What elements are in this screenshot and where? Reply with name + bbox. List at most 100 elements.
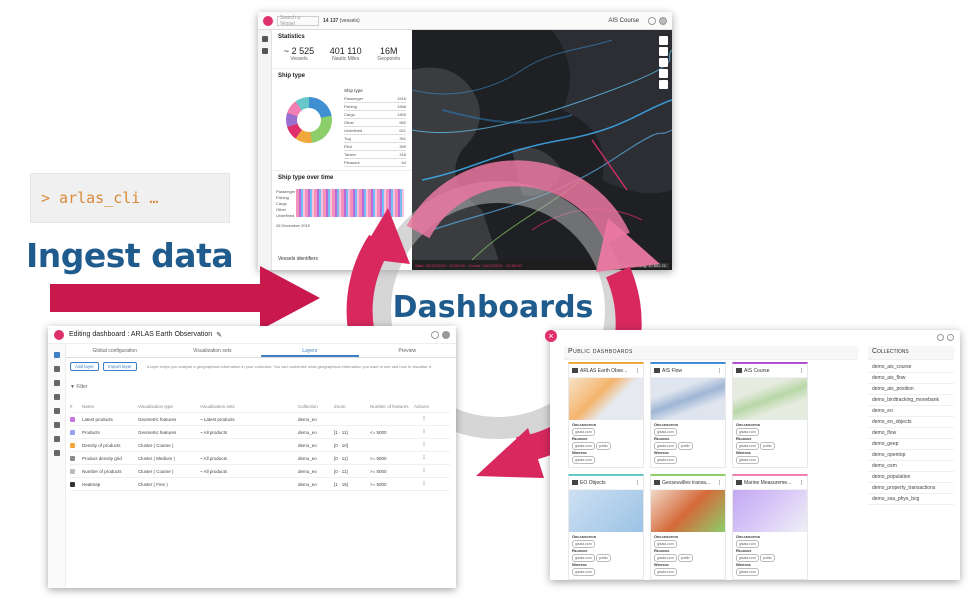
layer-sets: ~ All products bbox=[200, 429, 228, 435]
tab-layers[interactable]: Layers bbox=[261, 344, 359, 357]
dashboard-card[interactable]: Marine Measureme... ⋮ Organisation gisaia.c… bbox=[732, 474, 808, 580]
more-actions-icon[interactable]: ⋮ bbox=[414, 416, 434, 422]
more-actions-icon[interactable]: ⋮ bbox=[414, 442, 434, 448]
ship-type-legend-item[interactable]: Passenger 1516 bbox=[344, 95, 406, 103]
close-icon[interactable]: × bbox=[545, 330, 557, 342]
collection-item[interactable]: demo_opentop bbox=[868, 450, 954, 461]
account-icon[interactable] bbox=[947, 333, 954, 341]
collection-item[interactable]: demo_ais_course bbox=[868, 362, 954, 373]
ship-type-legend-item[interactable]: Undefined 621 bbox=[344, 127, 406, 135]
account-icon[interactable] bbox=[659, 16, 667, 25]
filter-field[interactable]: ▼ Filter bbox=[70, 384, 87, 390]
search-input[interactable]: Search a Vessel bbox=[277, 15, 319, 27]
ship-type-legend-item[interactable]: Cargo 1300 bbox=[344, 111, 406, 119]
collection-item[interactable]: demo_birdtracking_movebank bbox=[868, 395, 954, 406]
tab-global-configuration[interactable]: Global configuration bbox=[66, 344, 164, 357]
style-icon[interactable] bbox=[53, 436, 60, 442]
card-thumbnail[interactable] bbox=[733, 490, 807, 532]
dashboard-card[interactable]: AIS Flow ⋮ Organisation gisaia.com Readers gi… bbox=[650, 362, 726, 468]
collection-item[interactable]: demo_ais_position bbox=[868, 384, 954, 395]
info-icon[interactable] bbox=[431, 330, 439, 339]
collection-item[interactable]: demo_population bbox=[868, 472, 954, 483]
collection-item[interactable]: demo_eo bbox=[868, 406, 954, 417]
layer-sets: ~ Latest products bbox=[200, 416, 235, 422]
info-icon[interactable] bbox=[937, 333, 944, 341]
zoom-in-button[interactable] bbox=[659, 36, 668, 45]
collection-item[interactable]: demo_eo_objects bbox=[868, 417, 954, 428]
more-actions-icon[interactable]: ⋮ bbox=[635, 480, 640, 486]
table-row[interactable]: Density of products Cluster ( Coarse ) dem… bbox=[70, 439, 450, 452]
info-icon[interactable] bbox=[648, 16, 656, 25]
layer-name: Density of products bbox=[82, 442, 121, 448]
collection-item[interactable]: demo_ais_flow bbox=[868, 373, 954, 384]
list-icon[interactable] bbox=[53, 422, 60, 428]
analytics-icon[interactable] bbox=[53, 394, 60, 400]
dashboard-card[interactable]: ARLAS Earth Obse... ⋮ Organisation gisaia.c… bbox=[568, 362, 644, 468]
ship-type-donut[interactable] bbox=[286, 97, 332, 143]
ship-type-legend-item[interactable]: Tug 391 bbox=[344, 135, 406, 143]
more-actions-icon[interactable]: ⋮ bbox=[414, 455, 434, 461]
layer-type: Cluster ( Coarse ) bbox=[138, 442, 174, 448]
share-icon[interactable] bbox=[53, 450, 60, 456]
card-thumbnail[interactable] bbox=[733, 378, 807, 420]
dashboard-card[interactable]: EO Objects ⋮ Organisation gisaia.com Readers… bbox=[568, 474, 644, 580]
card-thumbnail[interactable] bbox=[651, 490, 725, 532]
table-row[interactable]: Heatmap Cluster ( Fine ) demo_eo [1 · 15] >=… bbox=[70, 478, 450, 491]
ship-type-legend-item[interactable]: Fishing 1966 bbox=[344, 103, 406, 111]
north-button[interactable] bbox=[659, 58, 668, 67]
more-actions-icon[interactable]: ⋮ bbox=[414, 468, 434, 474]
table-row[interactable]: Products Geometric features ~ All products… bbox=[70, 426, 450, 439]
ship-type-legend-item[interactable]: Other 982 bbox=[344, 119, 406, 127]
account-icon[interactable] bbox=[442, 330, 450, 339]
dashboard-card[interactable]: Geoseuvilles transa... ⋮ Organisation gisai… bbox=[650, 474, 726, 580]
timeline-icon[interactable] bbox=[53, 366, 60, 372]
table-row[interactable]: Product density grid Cluster ( Medium ) ~ … bbox=[70, 452, 450, 465]
tab-visualization-sets[interactable]: Visualization sets bbox=[164, 344, 262, 357]
collection-item[interactable]: demo_osm bbox=[868, 461, 954, 472]
card-header: Geoseuvilles transa... ⋮ bbox=[651, 476, 725, 490]
writer-chip: gisaia.com bbox=[572, 456, 595, 464]
more-actions-icon[interactable]: ⋮ bbox=[717, 480, 722, 486]
collection-item[interactable]: demo_property_transactions bbox=[868, 483, 954, 494]
ship-type-count: 1300 bbox=[397, 112, 406, 117]
layers-button[interactable] bbox=[659, 80, 668, 89]
collections-title: Collections bbox=[868, 346, 954, 360]
add-layer-button[interactable]: Add layer bbox=[70, 362, 100, 371]
table-row[interactable]: Latest products Geometric features ~ Lates… bbox=[70, 413, 450, 426]
more-actions-icon[interactable]: ⋮ bbox=[414, 481, 434, 487]
more-actions-icon[interactable]: ⋮ bbox=[799, 480, 804, 486]
pencil-icon[interactable]: ✎ bbox=[216, 331, 222, 339]
card-thumbnail[interactable] bbox=[651, 378, 725, 420]
collection-item[interactable]: demo_ssa_phys_bcg bbox=[868, 494, 954, 505]
table-icon[interactable] bbox=[53, 408, 60, 414]
basemap-button[interactable] bbox=[659, 69, 668, 78]
search-icon[interactable] bbox=[53, 380, 60, 386]
tab-preview[interactable]: Preview bbox=[359, 344, 457, 357]
more-actions-icon[interactable]: ⋮ bbox=[717, 368, 722, 374]
dashboard-icon bbox=[654, 368, 660, 373]
card-thumbnail[interactable] bbox=[569, 378, 643, 420]
card-thumbnail[interactable] bbox=[569, 490, 643, 532]
layers-icon[interactable] bbox=[261, 36, 268, 42]
ship-type-legend-item[interactable]: Tanker 318 bbox=[344, 151, 406, 159]
collection-item[interactable]: demo_flow bbox=[868, 428, 954, 439]
reader-chip: gisaia.com bbox=[736, 442, 759, 450]
layer-zoom: [1 · 15] bbox=[334, 481, 349, 487]
column-header: Number of features bbox=[370, 403, 409, 409]
import-layer-button[interactable]: Import layer bbox=[103, 362, 137, 371]
table-row[interactable]: Number of products Cluster ( Coarse ) ~ Al… bbox=[70, 465, 450, 478]
more-actions-icon[interactable]: ⋮ bbox=[635, 368, 640, 374]
more-actions-icon[interactable]: ⋮ bbox=[799, 368, 804, 374]
ship-type-name: Undefined bbox=[344, 128, 363, 133]
more-actions-icon[interactable]: ⋮ bbox=[414, 429, 434, 435]
column-header: Zoom bbox=[334, 403, 346, 409]
edit-sidebar bbox=[48, 344, 66, 588]
zoom-out-button[interactable] bbox=[659, 47, 668, 56]
ship-type-legend-item[interactable]: Pilot 359 bbox=[344, 143, 406, 151]
dashboards-label: Dashboards bbox=[392, 290, 594, 325]
ship-type-name: Pilot bbox=[344, 144, 352, 149]
collection-item[interactable]: demo_geep bbox=[868, 439, 954, 450]
map-config-icon[interactable] bbox=[53, 352, 60, 358]
dashboard-card[interactable]: AIS Course ⋮ Organisation gisaia.com Readers… bbox=[732, 362, 808, 468]
filter-icon[interactable] bbox=[261, 48, 268, 54]
